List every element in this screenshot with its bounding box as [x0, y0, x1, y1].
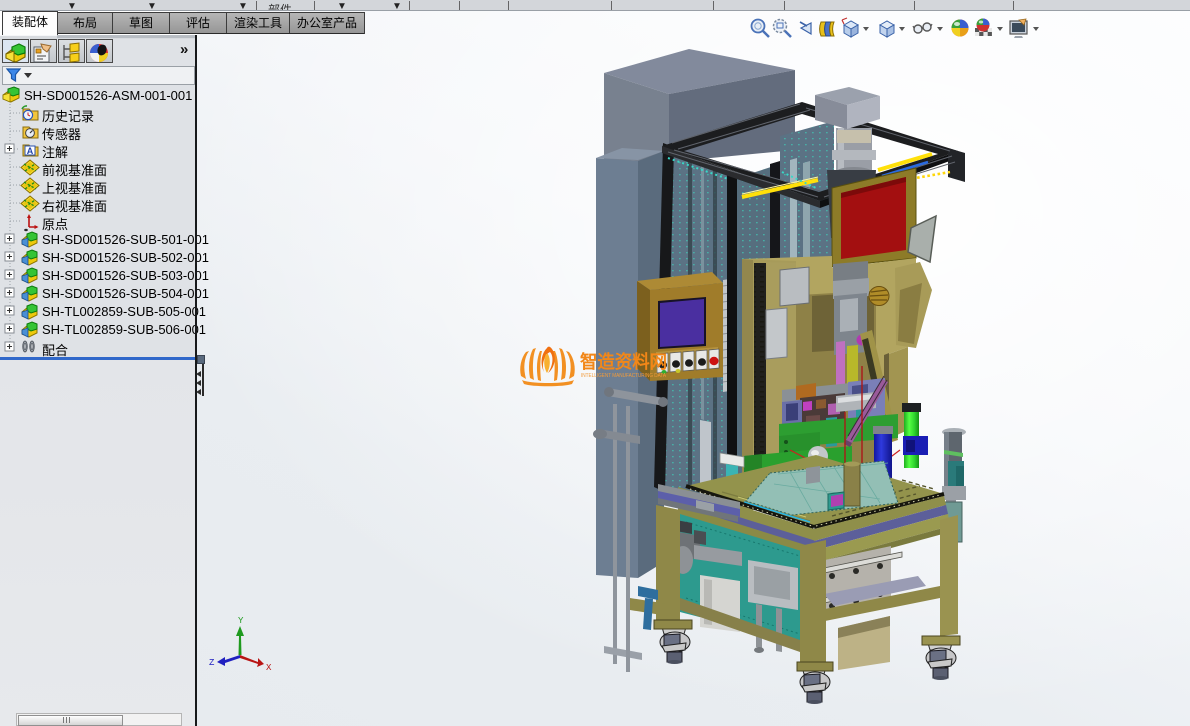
svg-text:Y: Y — [238, 616, 244, 626]
svg-text:Z: Z — [209, 658, 215, 668]
svg-text:A: A — [27, 146, 34, 156]
svg-text:INTELLIGENT MANUFACTURING DATA: INTELLIGENT MANUFACTURING DATA — [581, 373, 666, 379]
svg-text:智造资料网: 智造资料网 — [580, 351, 667, 372]
svg-text:X: X — [266, 663, 272, 672]
